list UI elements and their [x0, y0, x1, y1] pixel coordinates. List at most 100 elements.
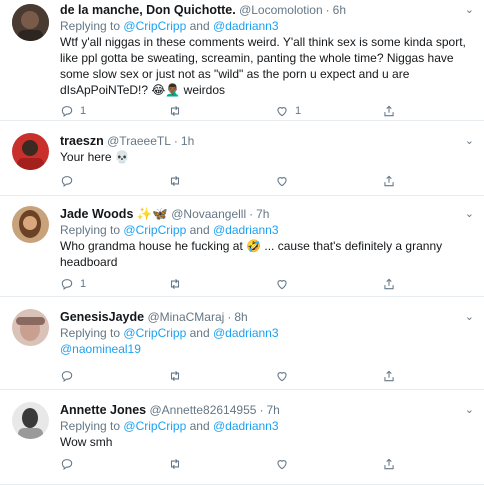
like-button[interactable]: 1: [275, 103, 301, 119]
tweet-mention-link[interactable]: @naomineal19: [60, 341, 476, 357]
retweet-button[interactable]: [168, 456, 182, 472]
like-button[interactable]: [275, 456, 289, 472]
retweet-icon: [170, 175, 180, 187]
tweet-actions: 1: [60, 276, 440, 292]
share-button[interactable]: [382, 276, 396, 292]
heart-icon: [277, 372, 287, 382]
replying-to: Replying to @CripCripp and @dadriann3: [60, 419, 279, 433]
tweet-1[interactable]: de la manche, Don Quichotte. @Locomoloti…: [0, 0, 484, 121]
share-icon: [384, 278, 394, 290]
reply-icon: [61, 459, 73, 471]
chevron-down-icon[interactable]: ⌄: [465, 309, 474, 325]
chevron-down-icon[interactable]: ⌄: [465, 206, 474, 222]
reply-mention-1[interactable]: @CripCripp: [123, 223, 186, 237]
tweet-header: traeszn @TraeeeTL · 1h ⌄: [60, 133, 476, 149]
tweet-text: Your here 💀: [60, 150, 130, 164]
user-handle[interactable]: @Novaangelll: [171, 207, 246, 221]
user-avatar-icon[interactable]: [12, 206, 49, 243]
separator-dot: ·: [227, 310, 232, 324]
like-count: 1: [295, 105, 302, 117]
reply-button[interactable]: [60, 368, 74, 384]
user-avatar-icon[interactable]: [12, 402, 49, 439]
reply-mention-2[interactable]: @dadriann3: [213, 223, 279, 237]
share-icon: [384, 370, 394, 382]
tweet-4[interactable]: GenesisJayde @MinaCMaraj · 8h ⌄ Replying t…: [0, 297, 484, 390]
timestamp[interactable]: 7h: [266, 403, 279, 417]
separator-dot: ·: [173, 134, 178, 148]
tweet-text: Wow smh: [60, 435, 113, 449]
reply-button[interactable]: [60, 173, 74, 189]
retweet-button[interactable]: [168, 103, 182, 119]
timestamp[interactable]: 6h: [333, 3, 346, 17]
reply-mention-2[interactable]: @dadriann3: [213, 419, 279, 433]
name-emoji: ✨🦋: [136, 207, 168, 221]
user-avatar-icon[interactable]: [12, 133, 49, 170]
share-button[interactable]: [382, 103, 396, 119]
reply-mention-1[interactable]: @CripCripp: [123, 419, 186, 433]
timestamp[interactable]: 8h: [234, 310, 247, 324]
user-handle[interactable]: @Annette82614955: [149, 403, 256, 417]
share-icon: [384, 458, 394, 470]
retweet-button[interactable]: [168, 173, 182, 189]
timestamp[interactable]: 1h: [181, 134, 194, 148]
reply-icon: [61, 371, 73, 383]
user-avatar-icon[interactable]: [12, 309, 49, 346]
heart-icon: [277, 460, 287, 470]
user-handle[interactable]: @Locomolotion: [239, 3, 323, 17]
share-icon: [384, 105, 394, 117]
tweet-text: Wtf y'all niggas in these comments weird…: [60, 35, 466, 97]
retweet-button[interactable]: [168, 368, 182, 384]
replying-to: Replying to @CripCripp and @dadriann3: [60, 223, 279, 237]
reply-button[interactable]: 1: [60, 103, 86, 119]
reply-mention-2[interactable]: @dadriann3: [213, 326, 279, 340]
tweet-actions: [60, 368, 440, 384]
retweet-icon: [170, 458, 180, 470]
like-button[interactable]: [275, 173, 289, 189]
reply-icon: [61, 106, 73, 118]
user-handle[interactable]: @MinaCMaraj: [147, 310, 224, 324]
tweet-header: Annette Jones @Annette82614955 · 7h ⌄: [60, 402, 476, 418]
like-button[interactable]: [275, 276, 289, 292]
display-name[interactable]: traeszn: [60, 134, 104, 148]
tweet-5[interactable]: Annette Jones @Annette82614955 · 7h ⌄ Repl…: [0, 390, 484, 485]
retweet-icon: [170, 278, 180, 290]
chevron-down-icon[interactable]: ⌄: [465, 402, 474, 418]
heart-icon: [277, 107, 287, 117]
tweet-actions: 1 1: [60, 103, 440, 119]
share-button[interactable]: [382, 456, 396, 472]
share-button[interactable]: [382, 173, 396, 189]
tweet-header: de la manche, Don Quichotte. @Locomoloti…: [60, 2, 476, 18]
display-name[interactable]: Annette Jones: [60, 403, 146, 417]
display-name[interactable]: GenesisJayde: [60, 310, 144, 324]
separator-dot: ·: [259, 403, 264, 417]
replying-to: Replying to @CripCripp and @dadriann3: [60, 326, 279, 340]
heart-icon: [277, 177, 287, 187]
tweet-actions: [60, 173, 440, 189]
reply-mention-1[interactable]: @CripCripp: [123, 326, 186, 340]
reply-icon: [61, 176, 73, 188]
retweet-icon: [170, 105, 180, 117]
user-handle[interactable]: @TraeeeTL: [107, 134, 171, 148]
chevron-down-icon[interactable]: ⌄: [465, 133, 474, 149]
separator-dot: ·: [325, 3, 330, 17]
like-button[interactable]: [275, 368, 289, 384]
tweet-2[interactable]: traeszn @TraeeeTL · 1h ⌄ Your here 💀: [0, 121, 484, 196]
tweet-text: Who grandma house he fucking at 🤣 ... ca…: [60, 239, 443, 269]
reply-icon: [61, 279, 73, 291]
reply-button[interactable]: 1: [60, 276, 86, 292]
user-avatar-icon[interactable]: [12, 4, 49, 41]
chevron-down-icon[interactable]: ⌄: [465, 2, 474, 18]
display-name[interactable]: Jade Woods: [60, 207, 133, 221]
reply-mention-2[interactable]: @dadriann3: [213, 19, 279, 33]
share-button[interactable]: [382, 368, 396, 384]
reply-mention-1[interactable]: @CripCripp: [123, 19, 186, 33]
timestamp[interactable]: 7h: [256, 207, 269, 221]
tweet-3[interactable]: Jade Woods ✨🦋 @Novaangelll · 7h ⌄ Replying…: [0, 196, 484, 297]
retweet-button[interactable]: [168, 276, 182, 292]
heart-icon: [277, 280, 287, 290]
display-name[interactable]: de la manche, Don Quichotte.: [60, 3, 236, 17]
reply-button[interactable]: [60, 456, 74, 472]
reply-count: 1: [80, 105, 87, 117]
share-icon: [384, 175, 394, 187]
tweet-header: GenesisJayde @MinaCMaraj · 8h ⌄: [60, 309, 476, 325]
